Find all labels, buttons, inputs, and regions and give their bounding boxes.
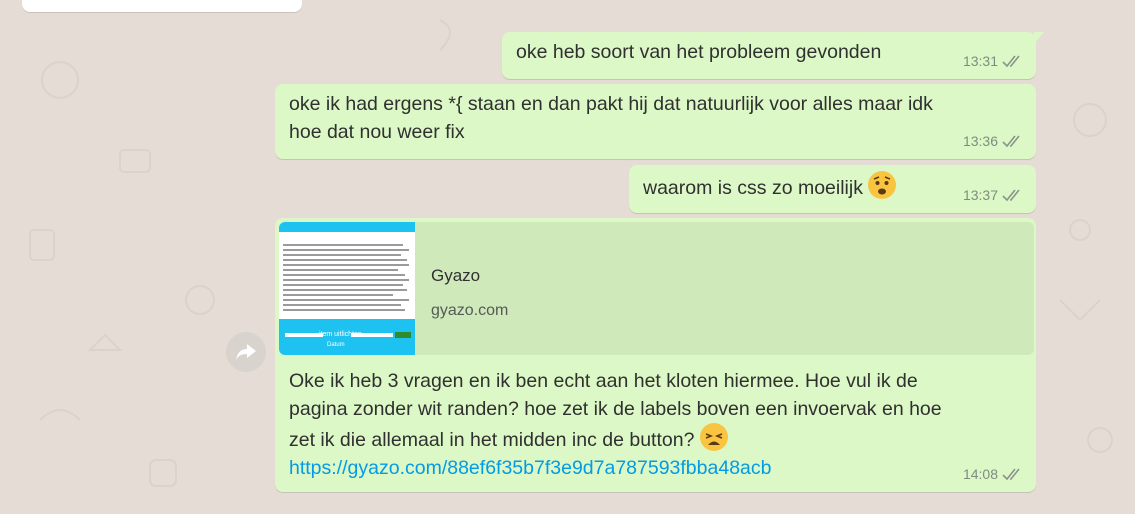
thumbnail-field-label: Datum — [327, 342, 345, 348]
previous-message-meta: 12:57 — [255, 0, 290, 8]
message-time: 13:31 — [962, 53, 998, 69]
message-bubble[interactable]: oke heb soort van het probleem gevonden … — [502, 32, 1044, 79]
previous-message-time: 12:57 — [255, 0, 290, 8]
link-preview[interactable]: item uitlichten Datum Gyazo gyazo.com — [279, 222, 1034, 355]
message-text: oke ik had ergens *{ staan en dan pakt h… — [289, 93, 933, 143]
link-preview-thumbnail: item uitlichten Datum — [279, 222, 415, 355]
double-check-icon — [1002, 468, 1020, 481]
forward-icon — [236, 344, 256, 360]
double-check-icon — [1002, 55, 1020, 68]
message-meta: 14:08 — [963, 460, 1024, 488]
forward-button[interactable] — [226, 332, 266, 372]
message-meta: 13:36 — [963, 127, 1024, 155]
weary-face-icon — [699, 423, 728, 451]
message-meta: 13:31 — [963, 47, 1024, 75]
message-time: 13:37 — [962, 187, 998, 203]
double-check-icon — [1002, 135, 1020, 148]
message-bubble[interactable]: oke ik had ergens *{ staan en dan pakt h… — [275, 84, 1036, 159]
message-bubble[interactable]: item uitlichten Datum Gyazo gyazo.com Ok… — [275, 218, 1036, 492]
message-time: 14:08 — [962, 466, 998, 482]
previous-message-bubble[interactable]: 12:57 — [22, 0, 302, 12]
message-text: waarom is css zo moeilijk — [643, 177, 863, 199]
message-time: 13:36 — [962, 133, 998, 149]
link-preview-title: Gyazo — [431, 266, 481, 285]
link-preview-domain: gyazo.com — [431, 302, 509, 319]
thumbnail-banner: item uitlichten Datum — [279, 319, 415, 355]
message-text-row: Oke ik heb 3 vragen en ik ben echt aan h… — [275, 361, 954, 482]
bubble-tail — [1034, 32, 1044, 44]
message-text: Oke ik heb 3 vragen en ik ben echt aan h… — [289, 370, 942, 451]
message-text: oke heb soort van het probleem gevonden — [516, 41, 882, 63]
message-meta: 13:37 — [963, 181, 1024, 209]
worried-face-icon — [868, 171, 897, 199]
message-link[interactable]: https://gyazo.com/88ef6f35b7f3e9d7a78759… — [289, 457, 771, 479]
double-check-icon — [1002, 189, 1020, 202]
message-bubble[interactable]: waarom is css zo moeilijk 13:37 — [629, 165, 1036, 213]
